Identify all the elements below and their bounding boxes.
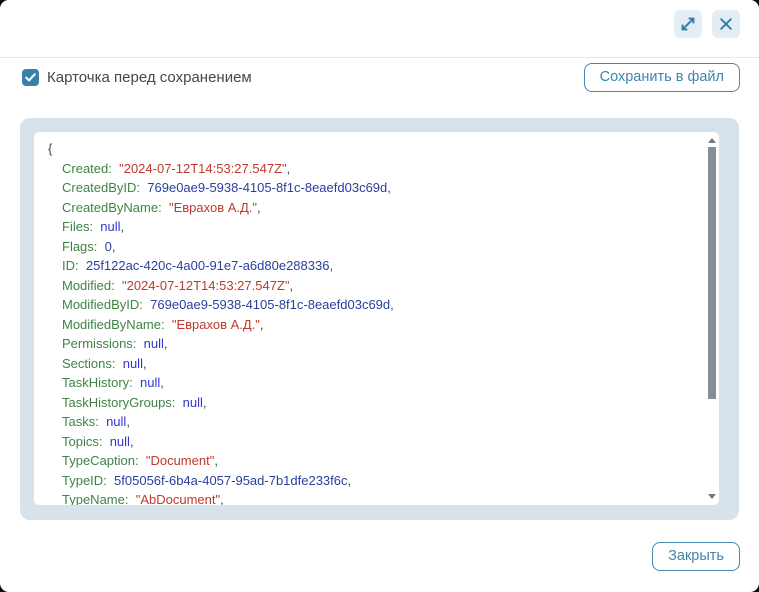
json-value: 25f122ac-420c-4a00-91e7-a6d80e288336 [86,258,330,273]
json-key: TaskHistory: [62,375,133,390]
save-to-file-button[interactable]: Сохранить в файл [584,63,740,92]
json-code: { Created: "2024-07-12T14:53:27.547Z",Cr… [34,132,719,505]
json-line: ModifiedByName: "Еврахов А.Д.", [48,315,693,335]
json-panel: { Created: "2024-07-12T14:53:27.547Z",Cr… [20,118,739,520]
json-line: ID: 25f122ac-420c-4a00-91e7-a6d80e288336… [48,256,693,276]
json-key: Flags: [62,239,97,254]
dialog-header [0,0,759,58]
scrollbar-thumb[interactable] [708,147,716,399]
json-comma: , [257,200,261,215]
json-comma: , [203,395,207,410]
scroll-up-arrow-icon[interactable] [708,138,716,143]
json-comma: , [290,278,294,293]
json-value: "2024-07-12T14:53:27.547Z" [119,161,287,176]
json-comma: , [390,297,394,312]
json-line: Created: "2024-07-12T14:53:27.547Z", [48,159,693,179]
json-value: "Еврахов А.Д." [169,200,257,215]
json-line: Files: null, [48,217,693,237]
json-line: TypeName: "AbDocument", [48,490,693,505]
json-key: Modified: [62,278,115,293]
json-line: Modified: "2024-07-12T14:53:27.547Z", [48,276,693,296]
json-line: Flags: 0, [48,237,693,257]
json-key: TaskHistoryGroups: [62,395,175,410]
json-key: Topics: [62,434,102,449]
json-comma: , [160,375,164,390]
json-line: TaskHistory: null, [48,373,693,393]
json-value: 769e0ae9-5938-4105-8f1c-8eaefd03c69d [147,180,387,195]
json-value: 5f05056f-6b4a-4057-95ad-7b1dfe233f6c [114,473,347,488]
json-line: ModifiedByID: 769e0ae9-5938-4105-8f1c-8e… [48,295,693,315]
json-line: Tasks: null, [48,412,693,432]
json-key: TypeName: [62,492,128,505]
json-card: { Created: "2024-07-12T14:53:27.547Z",Cr… [34,132,719,505]
json-comma: , [260,317,264,332]
toolbar-row: Карточка перед сохранением Сохранить в ф… [22,63,740,92]
json-value: "Document" [146,453,214,468]
json-key: Sections: [62,356,115,371]
json-line: Permissions: null, [48,334,693,354]
json-line: CreatedByName: "Еврахов А.Д.", [48,198,693,218]
json-comma: , [220,492,224,505]
json-line: Topics: null, [48,432,693,452]
json-comma: , [126,414,130,429]
json-key: Created: [62,161,112,176]
json-value: null [100,219,120,234]
json-comma: , [348,473,352,488]
json-comma: , [143,356,147,371]
json-key: ID: [62,258,79,273]
expand-diagonal-icon [680,16,696,32]
json-comma: , [329,258,333,273]
json-value: "Еврахов А.Д." [172,317,260,332]
json-value: 769e0ae9-5938-4105-8f1c-8eaefd03c69d [150,297,390,312]
modal-window: Карточка перед сохранением Сохранить в ф… [0,0,759,592]
vertical-scrollbar[interactable] [707,134,717,503]
json-line: TypeID: 5f05056f-6b4a-4057-95ad-7b1dfe23… [48,471,693,491]
json-comma: , [121,219,125,234]
json-value: null [123,356,143,371]
json-key: CreatedByID: [62,180,140,195]
json-value: "AbDocument" [136,492,220,505]
json-comma: , [387,180,391,195]
json-key: ModifiedByID: [62,297,143,312]
scroll-down-arrow-icon[interactable] [708,494,716,499]
json-value: null [144,336,164,351]
json-comma: , [287,161,291,176]
json-key: Permissions: [62,336,136,351]
close-button[interactable] [712,10,740,38]
json-comma: , [112,239,116,254]
json-key: TypeCaption: [62,453,139,468]
json-key: CreatedByName: [62,200,162,215]
json-value: null [183,395,203,410]
json-value: null [106,414,126,429]
json-open-brace: { [48,139,693,159]
json-value: null [110,434,130,449]
json-comma: , [164,336,168,351]
expand-button[interactable] [674,10,702,38]
json-value: "2024-07-12T14:53:27.547Z" [122,278,290,293]
json-key: Files: [62,219,93,234]
checkbox-label: Карточка перед сохранением [47,69,252,86]
json-value: 0 [105,239,112,254]
card-before-save-checkbox[interactable] [22,69,39,86]
close-dialog-button[interactable]: Закрыть [652,542,740,571]
json-line: TypeCaption: "Document", [48,451,693,471]
json-line: TaskHistoryGroups: null, [48,393,693,413]
json-comma: , [214,453,218,468]
json-value: null [140,375,160,390]
json-comma: , [130,434,134,449]
json-line: Sections: null, [48,354,693,374]
json-key: TypeID: [62,473,107,488]
checkmark-icon [25,70,36,85]
json-key: Tasks: [62,414,99,429]
json-key: ModifiedByName: [62,317,165,332]
json-line: CreatedByID: 769e0ae9-5938-4105-8f1c-8ea… [48,178,693,198]
close-x-icon [719,17,733,31]
